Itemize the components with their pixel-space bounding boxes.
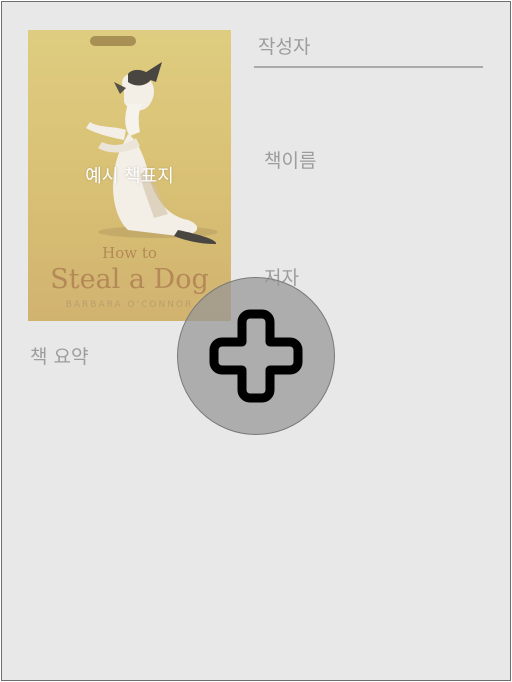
book-summary-field[interactable]: 책 요약 [30,342,88,369]
add-button[interactable] [177,277,335,435]
cover-caption: 예시 책표지 [85,166,174,187]
book-name-field[interactable]: 책이름 [264,146,316,173]
cover-title-small: How to [102,244,157,262]
plus-icon [209,309,303,403]
writer-input[interactable] [254,28,483,68]
